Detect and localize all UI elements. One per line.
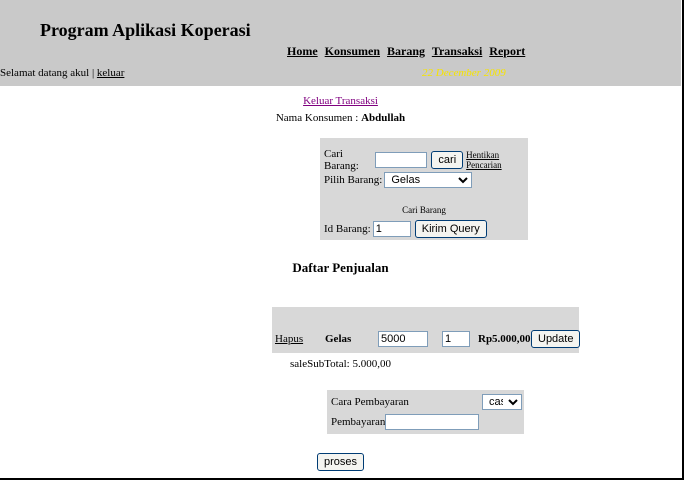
search-caption: Cari Barang	[402, 205, 446, 215]
item-id-label: Id Barang:	[324, 223, 371, 235]
search-button[interactable]: cari	[431, 151, 464, 169]
nav-konsumen[interactable]: Konsumen	[325, 44, 380, 58]
search-label: Cari Barang:	[324, 148, 359, 172]
nav-barang[interactable]: Barang	[387, 44, 425, 58]
process-row: proses	[0, 452, 681, 471]
nav-transaksi[interactable]: Transaksi	[432, 44, 482, 58]
stop-search-link[interactable]: Hentikan Pencarian	[466, 150, 528, 170]
exit-transaction-label[interactable]: Keluar Transaksi	[303, 95, 378, 107]
current-date: 22 December 2009	[422, 67, 506, 79]
header: Program Aplikasi Koperasi Home Konsumen …	[0, 0, 681, 86]
customer-label: Nama Konsumen :	[275, 112, 362, 124]
delete-link[interactable]: Hapus	[275, 333, 303, 345]
quantity-input[interactable]	[442, 331, 470, 347]
search-input[interactable]	[375, 152, 428, 168]
app-title: Program Aplikasi Koperasi	[40, 20, 251, 40]
welcome-text: Selamat datang akul |	[0, 67, 97, 79]
main-nav: Home Konsumen Barang Transaksi Report	[287, 44, 529, 59]
item-search-panel: Cari Barang: cari Hentikan Pencarian Pil…	[320, 138, 528, 240]
payment-method-label: Cara Pembayaran	[331, 396, 409, 408]
price-input[interactable]	[378, 331, 428, 347]
sale-subtotal: saleSubTotal: 5.000,00	[290, 358, 391, 370]
sales-list-title: Daftar Penjualan	[292, 260, 389, 275]
nav-report[interactable]: Report	[489, 44, 525, 58]
submit-query-button[interactable]: Kirim Query	[414, 220, 487, 238]
payment-panel: Cara Pembayaran cash Pembayaran :	[327, 390, 524, 434]
sales-row: Hapus Gelas Rp5.000,00 Update	[272, 307, 581, 353]
item-name: Gelas	[325, 333, 352, 345]
payment-method-select[interactable]: cash	[482, 394, 522, 410]
item-select[interactable]: Gelas	[384, 172, 473, 188]
customer-name: Abdullah	[361, 112, 406, 124]
nav-home[interactable]: Home	[287, 44, 318, 58]
exit-transaction-link[interactable]: Keluar Transaksi	[0, 95, 681, 107]
customer-name-line: Nama Konsumen : Abdullah	[0, 112, 681, 124]
payment-amount-label: Pembayaran :	[331, 416, 392, 428]
process-button[interactable]: proses	[316, 453, 365, 471]
payment-amount-input[interactable]	[385, 414, 479, 430]
update-button[interactable]: Update	[531, 330, 581, 348]
row-total: Rp5.000,00	[478, 333, 531, 345]
item-id-input[interactable]	[372, 221, 411, 237]
logout-link[interactable]: keluar	[97, 67, 124, 79]
select-item-label: Pilih Barang:	[324, 174, 383, 186]
welcome-message: Selamat datang akul | keluar	[0, 67, 124, 79]
